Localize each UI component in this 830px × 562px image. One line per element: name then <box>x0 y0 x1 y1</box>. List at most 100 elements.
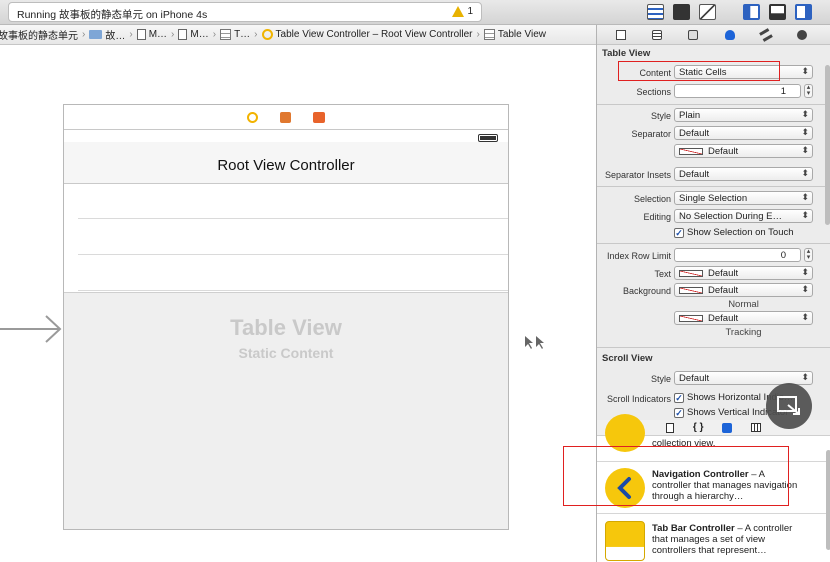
sections-stepper[interactable]: ▴ ▾ <box>804 84 813 98</box>
index-row-limit-stepper[interactable]: ▴ ▾ <box>804 248 813 262</box>
color-swatch-icon <box>679 147 703 155</box>
separator-color-select[interactable]: Default <box>674 144 813 158</box>
jumpbar-file-2[interactable]: M… <box>176 29 210 40</box>
background-select[interactable]: Default <box>674 283 813 297</box>
utilities-toggle-button[interactable] <box>795 4 812 20</box>
scroll-view-section-title: Scroll View <box>602 353 653 364</box>
style-select[interactable]: Plain <box>674 108 813 122</box>
chevron-right-icon: › <box>476 29 480 40</box>
jumpbar-table-view[interactable]: Table View <box>482 29 548 40</box>
jumpbar-controller[interactable]: Table View Controller – Root View Contro… <box>260 29 475 40</box>
warning-icon <box>452 6 465 17</box>
separator-insets-select[interactable]: Default <box>674 167 813 181</box>
warning-count: 1 <box>467 6 473 17</box>
color-swatch-icon <box>679 314 703 322</box>
object-library-icon[interactable] <box>722 422 733 433</box>
separator-label: Separator <box>631 129 671 139</box>
arrow-right-icon <box>0 315 62 343</box>
text-color-select[interactable]: Default <box>674 266 813 280</box>
code-snippet-icon[interactable]: { } <box>693 422 704 433</box>
jumpbar-scene[interactable]: T… <box>218 29 252 40</box>
table-icon <box>483 29 495 40</box>
connections-inspector-icon[interactable] <box>796 29 807 40</box>
show-selection-checkbox[interactable]: ✓ Show Selection on Touch <box>674 227 794 238</box>
divider <box>597 243 830 244</box>
color-swatch-icon <box>679 286 703 294</box>
table-view-placeholder-subtitle: Static Content <box>238 345 334 361</box>
standard-editor-button[interactable] <box>647 4 664 20</box>
folder-icon <box>89 30 103 39</box>
background-label: Background <box>622 286 671 296</box>
scroll-style-label: Style <box>650 374 671 384</box>
battery-icon <box>478 134 498 142</box>
file-template-icon[interactable] <box>666 422 675 433</box>
navigation-bar[interactable]: Root View Controller <box>64 142 508 184</box>
divider <box>597 347 830 348</box>
selection-select[interactable]: Single Selection <box>674 191 813 205</box>
static-cells[interactable] <box>64 184 508 292</box>
separator-insets-label: Separator Insets <box>604 170 671 180</box>
editing-select[interactable]: No Selection During E… <box>674 209 813 223</box>
table-view-area[interactable]: Table View Static Content <box>64 292 508 529</box>
object-library-list[interactable]: collection view. Navigation Controller –… <box>563 414 830 562</box>
table-view-section-title: Table View <box>602 48 651 59</box>
file-icon <box>136 29 146 40</box>
window-toolbar: Running 故事板的静态单元 on iPhone 4s 1 <box>0 0 830 25</box>
index-row-limit-field[interactable]: 0 <box>674 248 801 262</box>
divider <box>597 104 830 105</box>
jump-bar: 故事板的静态单元 › 故… › M… › M… › T… › Table Vie… <box>0 25 596 45</box>
storyboard-canvas[interactable]: Root View Controller Table View Static C… <box>0 46 596 562</box>
exit-icon[interactable] <box>313 111 325 123</box>
debug-area-toggle-button[interactable] <box>769 4 786 20</box>
table-view-placeholder-title: Table View <box>230 315 342 340</box>
mouse-cursor-icon <box>525 336 544 349</box>
view-controller-icon[interactable] <box>247 111 258 123</box>
divider <box>597 186 830 187</box>
nav-title[interactable]: Root View Controller <box>64 157 508 174</box>
warning-indicator[interactable]: 1 <box>452 6 473 17</box>
text-color-label: Text <box>654 269 671 279</box>
navigator-toggle-button[interactable] <box>743 4 760 20</box>
activity-status-text: Running 故事板的静态单元 on iPhone 4s <box>17 9 208 21</box>
sections-field[interactable]: 1 <box>674 84 801 98</box>
jumpbar-file-1[interactable]: M… <box>135 29 169 40</box>
highlight-box <box>618 61 780 81</box>
screen-share-icon <box>777 396 800 415</box>
media-library-icon[interactable] <box>750 423 761 432</box>
library-item-text: Tab Bar Controller – A controller that m… <box>652 523 793 556</box>
version-editor-button[interactable] <box>699 4 716 20</box>
file-icon <box>178 29 188 40</box>
first-responder-icon[interactable] <box>280 111 291 123</box>
inspector-scrollbar[interactable] <box>825 65 830 225</box>
attributes-inspector-icon[interactable] <box>724 29 735 40</box>
style-label: Style <box>650 111 671 121</box>
assistant-editor-button[interactable] <box>673 4 690 20</box>
normal-caption: Normal <box>728 299 759 310</box>
library-item-tab-bar-controller[interactable]: Tab Bar Controller – A controller that m… <box>597 514 830 562</box>
view-controller-icon <box>261 29 273 40</box>
jumpbar-project[interactable]: 故事板的静态单元 <box>0 27 80 42</box>
inspector-tabs <box>597 25 830 45</box>
separator-select[interactable]: Default <box>674 126 813 140</box>
cell-separator <box>78 290 508 291</box>
sections-label: Sections <box>636 87 671 97</box>
status-bar <box>64 130 508 142</box>
scroll-indicators-label: Scroll Indicators <box>606 394 671 404</box>
selection-label: Selection <box>633 194 671 204</box>
size-inspector-icon[interactable] <box>758 27 773 42</box>
cell-separator <box>78 218 508 219</box>
chevron-right-icon: › <box>129 29 133 40</box>
tracking-select[interactable]: Default <box>674 311 813 325</box>
screen-record-button[interactable] <box>766 383 812 429</box>
tracking-caption: Tracking <box>725 327 762 338</box>
table-view-controller-scene[interactable]: Root View Controller Table View Static C… <box>63 104 509 530</box>
library-scrollbar[interactable] <box>826 450 830 550</box>
chevron-right-icon: › <box>82 29 86 40</box>
color-swatch-icon <box>679 269 703 277</box>
jumpbar-group[interactable]: 故… <box>87 27 127 42</box>
tab-bar-controller-icon <box>605 521 645 561</box>
identity-inspector-icon[interactable] <box>688 29 699 40</box>
file-inspector-icon[interactable] <box>616 29 627 40</box>
index-row-limit-label: Index Row Limit <box>606 251 671 261</box>
quick-help-icon[interactable] <box>652 29 663 40</box>
